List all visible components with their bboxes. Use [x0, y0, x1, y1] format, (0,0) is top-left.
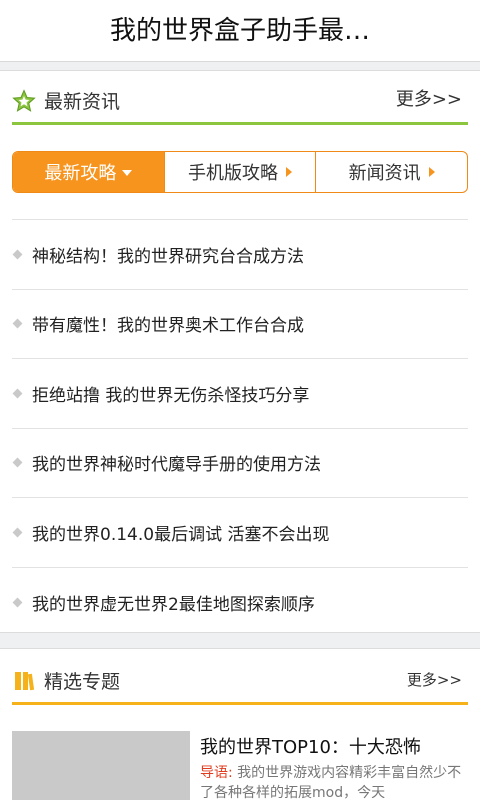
tab-label: 手机版攻略: [188, 163, 278, 184]
caret-down-icon: [122, 170, 133, 176]
lead-text: 我的世界游戏内容精彩丰富自然少不了各种各样的拓展mod，今天: [200, 765, 462, 800]
list-item[interactable]: 神秘结构！我的世界研究台合成方法: [12, 220, 468, 290]
list-item[interactable]: 我的世界神秘时代魔导手册的使用方法: [12, 429, 468, 498]
latest-news-header: 最新资讯 更多>>: [12, 73, 468, 125]
article-list: 神秘结构！我的世界研究台合成方法 带有魔性！我的世界奥术工作台合成 拒绝站撸 我…: [12, 219, 468, 637]
caret-right-icon: [286, 167, 292, 177]
bullet-icon: [12, 527, 23, 538]
featured-topic-card[interactable]: 我的世界TOP10：十大恐怖 导语: 我的世界游戏内容精彩丰富自然少不了各种各样…: [12, 731, 468, 800]
topic-title: 我的世界TOP10：十大恐怖: [200, 737, 421, 758]
lead-label: 导语:: [200, 765, 233, 781]
bullet-icon: [12, 249, 23, 260]
bullet-icon: [12, 457, 23, 468]
topic-thumbnail: [12, 731, 190, 800]
star-icon: [12, 89, 36, 113]
article-title: 我的世界0.14.0最后调试 活塞不会出现: [32, 524, 330, 545]
list-item[interactable]: 我的世界虚无世界2最佳地图探索顺序: [12, 568, 468, 638]
tab-label: 最新攻略: [44, 163, 117, 184]
tab-news[interactable]: 新闻资讯: [316, 152, 467, 192]
article-title: 带有魔性！我的世界奥术工作台合成: [32, 316, 304, 337]
bullet-icon: [12, 388, 23, 399]
article-title: 拒绝站撸 我的世界无伤杀怪技巧分享: [32, 385, 310, 406]
tab-label: 新闻资讯: [348, 163, 421, 184]
app-title-bar: 我的世界盒子助手最…: [0, 0, 480, 62]
latest-news-section: 最新资讯 更多>> 最新攻略 手机版攻略 新闻资讯 神秘结构！我的世界研究台合成…: [0, 70, 480, 633]
more-news-link[interactable]: 更多>>: [396, 85, 462, 111]
article-title: 我的世界虚无世界2最佳地图探索顺序: [32, 594, 315, 615]
section-title: 精选专题: [44, 671, 121, 693]
featured-topics-section: 精选专题 更多>> 我的世界TOP10：十大恐怖 导语: 我的世界游戏内容精彩丰…: [0, 648, 480, 800]
more-topics-link[interactable]: 更多>>: [407, 669, 462, 690]
bullet-icon: [12, 318, 23, 329]
page-title: 我的世界盒子助手最…: [109, 16, 370, 46]
featured-topics-header: 精选专题 更多>>: [12, 653, 468, 705]
section-title: 最新资讯: [44, 91, 121, 113]
article-title: 我的世界神秘时代魔导手册的使用方法: [32, 455, 321, 476]
guide-tabs: 最新攻略 手机版攻略 新闻资讯: [12, 151, 468, 193]
tab-latest-guides[interactable]: 最新攻略: [13, 152, 165, 192]
list-item[interactable]: 拒绝站撸 我的世界无伤杀怪技巧分享: [12, 359, 468, 429]
topic-description: 导语: 我的世界游戏内容精彩丰富自然少不了各种各样的拓展mod，今天: [200, 763, 468, 800]
bullet-icon: [12, 597, 23, 608]
caret-right-icon: [428, 167, 435, 177]
list-item[interactable]: 带有魔性！我的世界奥术工作台合成: [12, 290, 468, 359]
tab-mobile-guides[interactable]: 手机版攻略: [165, 152, 317, 192]
list-item[interactable]: 我的世界0.14.0最后调试 活塞不会出现: [12, 498, 468, 568]
article-title: 神秘结构！我的世界研究台合成方法: [32, 246, 304, 267]
books-icon: [12, 669, 36, 693]
